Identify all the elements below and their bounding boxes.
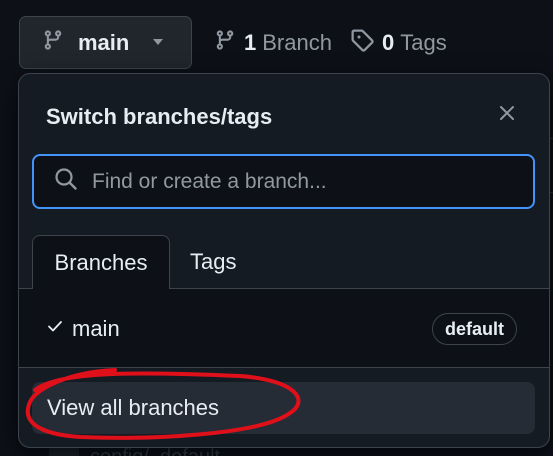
git-branch-icon <box>42 28 64 57</box>
footer-divider <box>19 367 549 368</box>
branch-selector-button[interactable]: main <box>19 16 192 69</box>
tab-branches[interactable]: Branches <box>32 235 170 290</box>
branch-selector-screen: config/_default main 1 Branch 0 Tags <box>0 0 553 456</box>
branch-name: main <box>72 316 120 341</box>
x-icon <box>498 104 516 127</box>
tag-count: 0 <box>382 30 395 55</box>
branch-list: main default <box>19 289 549 367</box>
branch-search-input[interactable] <box>92 169 512 194</box>
default-badge: default <box>432 313 518 345</box>
branch-count: 1 <box>244 30 257 55</box>
tab-tags[interactable]: Tags <box>190 235 236 289</box>
check-icon <box>47 319 63 338</box>
tag-count-label: Tags <box>400 30 447 55</box>
git-branch-icon <box>214 28 236 58</box>
search-icon <box>54 167 78 196</box>
view-all-branches-link[interactable]: View all branches <box>32 382 535 434</box>
list-item[interactable]: main default <box>19 311 549 347</box>
popover-title: Switch branches/tags <box>46 104 273 129</box>
branch-search-field[interactable] <box>32 154 535 209</box>
branch-tag-tabs: Branches Tags <box>19 235 549 290</box>
branches-count-link[interactable]: 1 Branch <box>214 28 332 58</box>
close-button[interactable] <box>496 104 518 126</box>
tags-count-link[interactable]: 0 Tags <box>350 28 447 58</box>
branch-count-label: Branch <box>262 30 332 55</box>
tag-icon <box>350 28 374 58</box>
branch-switcher-popover: Switch branches/tags Branches Tags main … <box>18 73 550 448</box>
current-branch-label: main <box>78 29 130 55</box>
triangle-down-icon <box>151 34 165 52</box>
